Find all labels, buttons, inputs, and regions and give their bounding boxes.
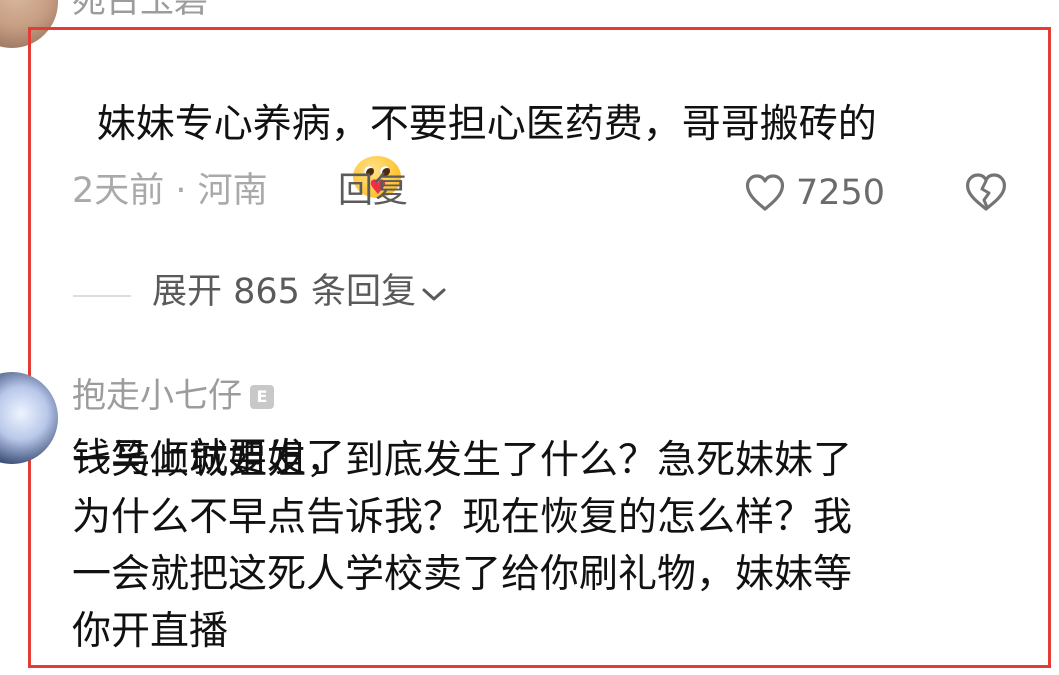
comment-text: 妹妹专心养病，不要担心医药费，哥哥搬砖的 钱马上就要发了 ♥ [72,39,1012,487]
reply-button[interactable]: 回复 [338,174,408,209]
like-control[interactable]: 7250 [742,170,885,216]
comment-username[interactable]: 宛古玉碧 [72,0,208,18]
comment-username[interactable]: 抱走小七仔 E [72,379,274,413]
expand-replies-button[interactable]: 展开 865 条回复 [152,275,448,310]
expand-divider [73,295,131,297]
username-text[interactable]: 抱走小七仔 [72,376,242,416]
comment-text: 一笑倾城姐姐，到底发生了什么？急死妹妹了 为什么不早点告诉我？现在恢复的怎么样？… [72,438,853,654]
expand-replies-label[interactable]: 展开 865 条回复 [152,275,416,310]
heart-outline-icon[interactable] [742,170,788,216]
broken-heart-icon[interactable] [962,169,1010,217]
dislike-button[interactable] [962,169,1010,221]
chevron-down-icon[interactable] [420,283,448,305]
comment-time-location: 2天前 · 河南 [72,171,268,211]
badge: E [250,385,274,409]
avatar[interactable] [0,0,58,48]
avatar[interactable] [0,372,58,464]
like-count: 7250 [796,172,886,213]
